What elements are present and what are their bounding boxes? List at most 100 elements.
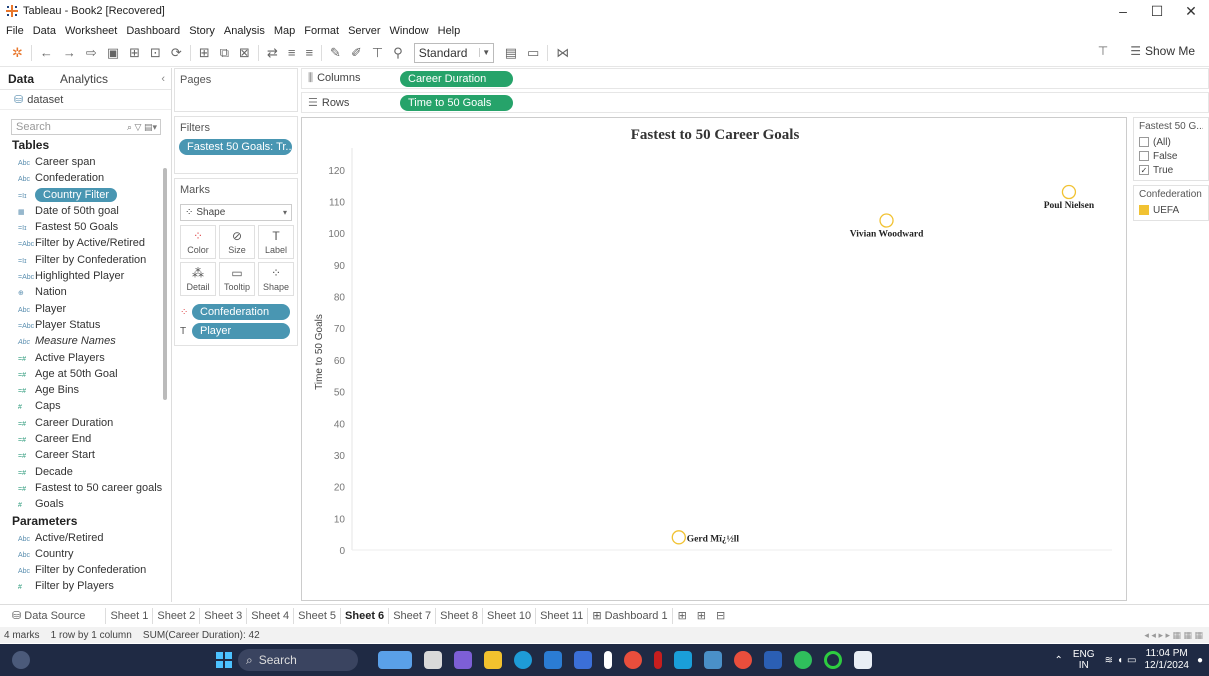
menu-window[interactable]: Window	[390, 25, 429, 37]
battery-icon[interactable]: ▭	[1127, 655, 1136, 666]
pause-updates-icon[interactable]: ⊡	[150, 45, 161, 61]
clock[interactable]: 11:04 PM 12/1/2024	[1144, 648, 1189, 672]
field-item[interactable]: =AbcPlayer Status	[0, 317, 171, 333]
tab-data[interactable]: Data	[0, 72, 42, 86]
checkbox-icon[interactable]	[1139, 137, 1149, 147]
marks-shape-button[interactable]: ⁘ Shape	[258, 262, 294, 296]
field-item[interactable]: Abc Active/Retired	[0, 530, 171, 546]
taskbar-app-explorer-icon[interactable]	[484, 651, 502, 669]
taskbar-app-store-icon[interactable]	[544, 651, 562, 669]
language-indicator[interactable]: ENG IN	[1073, 649, 1095, 671]
field-item[interactable]: Abc Career span	[0, 154, 171, 170]
field-item[interactable]: =# Fastest to 50 career goals	[0, 480, 171, 496]
group-members-icon[interactable]: ✐	[351, 45, 362, 61]
wifi-icon[interactable]: ≋	[1105, 655, 1113, 666]
field-item[interactable]: # Filter by Players	[0, 578, 171, 594]
duplicate-sheet-icon[interactable]: ⧉	[220, 45, 229, 61]
show-me-button[interactable]: ⊤ ☰ Show Me	[1098, 44, 1195, 58]
taskbar-app-edge-icon[interactable]	[514, 651, 532, 669]
sheet-tab[interactable]: Sheet 10	[483, 607, 537, 624]
windows-start-icon[interactable]	[216, 652, 232, 668]
filter-option[interactable]: ✓ True	[1139, 163, 1203, 177]
menu-data[interactable]: Data	[33, 25, 56, 37]
field-item[interactable]: =# Active Players	[0, 350, 171, 366]
tab-analytics[interactable]: Analytics	[52, 72, 116, 86]
menu-map[interactable]: Map	[274, 25, 295, 37]
taskbar-search[interactable]: ⌕ Search	[238, 649, 358, 671]
rows-shelf[interactable]: ☰ Rows Time to 50 Goals	[301, 92, 1209, 113]
filter-option[interactable]: (All)	[1139, 135, 1203, 149]
notification-bell-icon[interactable]: ●	[1197, 655, 1203, 666]
field-item[interactable]: =AbcFilter by Active/Retired	[0, 235, 171, 251]
taskbar-app-taskview-icon[interactable]	[424, 651, 442, 669]
field-item[interactable]: # Caps	[0, 398, 171, 414]
scatter-chart[interactable]: 0 10 20 30 40 50 60 70 80 90 100 110 120 Time to 50 G…	[302, 118, 1128, 602]
menu-format[interactable]: Format	[304, 25, 339, 37]
field-item[interactable]: Abc Measure Names	[0, 333, 171, 349]
pages-card[interactable]: Pages	[174, 68, 298, 112]
menu-story[interactable]: Story	[189, 25, 215, 37]
field-item[interactable]: =# Age at 50th Goal	[0, 366, 171, 382]
color-legend-title[interactable]: Confederation	[1139, 189, 1203, 200]
checkbox-checked-icon[interactable]: ✓	[1139, 165, 1149, 175]
filter-option[interactable]: False	[1139, 149, 1203, 163]
menu-dashboard[interactable]: Dashboard	[126, 25, 180, 37]
close-button[interactable]: ✕	[1173, 0, 1209, 22]
undo-icon[interactable]: ←	[40, 45, 53, 60]
field-item[interactable]: =AbcHighlighted Player	[0, 268, 171, 284]
field-item[interactable]: =# Decade	[0, 464, 171, 480]
taskbar-app-weather-icon[interactable]	[378, 651, 412, 669]
tableau-home-icon[interactable]: ✲	[12, 45, 23, 61]
tray-chevron-up-icon[interactable]: ⌃	[1055, 655, 1063, 666]
field-item[interactable]: =Iɪ Fastest 50 Goals	[0, 219, 171, 235]
checkbox-icon[interactable]	[1139, 151, 1149, 161]
viz-area[interactable]: Fastest to 50 Career Goals 0 10 20 30 40 50 60…	[301, 117, 1127, 601]
replay-icon[interactable]: ⇨	[86, 45, 97, 61]
filter-pill-fastest-50[interactable]: Fastest 50 Goals: Tr..	[179, 139, 292, 155]
columns-pill-career-duration[interactable]: Career Duration	[400, 70, 513, 87]
field-item[interactable]: =# Career Start	[0, 447, 171, 463]
new-worksheet-icon[interactable]: ⊞	[199, 45, 210, 61]
menu-server[interactable]: Server	[348, 25, 380, 37]
maximize-button[interactable]: ☐	[1139, 0, 1175, 22]
sheet-tab[interactable]: ⊞ Dashboard 1	[588, 607, 673, 624]
save-icon[interactable]: ▣	[107, 45, 119, 61]
taskbar-app-word-icon[interactable]	[764, 651, 782, 669]
presentation-mode-icon[interactable]: ▭	[527, 45, 539, 61]
field-item[interactable]: =# Career Duration	[0, 415, 171, 431]
mark-pill-confederation[interactable]: Confederation	[192, 304, 290, 320]
field-search-input[interactable]: Search ⌕ ▽ ▤▾	[11, 119, 161, 135]
sheet-tab[interactable]: Sheet 6	[341, 607, 390, 624]
marks-detail-button[interactable]: ⁂ Detail	[180, 262, 216, 296]
redo-icon[interactable]: →	[63, 45, 76, 60]
new-datasource-icon[interactable]: ⊞	[129, 45, 140, 61]
mark-type-select[interactable]: ⁘ Shape ▾	[180, 204, 292, 221]
taskbar-app-whatsapp-icon[interactable]	[794, 651, 812, 669]
menu-worksheet[interactable]: Worksheet	[65, 25, 117, 37]
sheet-tab[interactable]: Sheet 8	[436, 607, 484, 624]
filters-card[interactable]: Filters Fastest 50 Goals: Tr..	[174, 116, 298, 174]
taskbar-app-tool-icon[interactable]	[574, 651, 592, 669]
sheet-tab[interactable]: Sheet 4	[247, 607, 295, 624]
color-legend-item[interactable]: UEFA	[1139, 203, 1203, 217]
field-item[interactable]: Abc Filter by Confederation	[0, 562, 171, 578]
refresh-icon[interactable]: ⟳	[171, 45, 182, 61]
new-story-icon[interactable]: ⊟	[716, 609, 725, 622]
field-item[interactable]: Abc Confederation	[0, 170, 171, 186]
sheet-tab[interactable]: Sheet 1	[106, 607, 154, 624]
sheet-tab[interactable]: Sheet 2	[153, 607, 201, 624]
rows-pill-time-to-50[interactable]: Time to 50 Goals	[400, 94, 513, 111]
widgets-icon[interactable]	[12, 651, 30, 669]
taskbar-app-bolt-icon[interactable]	[604, 651, 612, 669]
sheet-tab[interactable]: Sheet 7	[389, 607, 437, 624]
sort-ascending-icon[interactable]: ≡	[288, 45, 296, 60]
clear-sheet-icon[interactable]: ⊠	[239, 45, 250, 61]
fix-axes-icon[interactable]: ⚲	[393, 45, 403, 61]
share-icon[interactable]: ⋈	[556, 45, 569, 61]
marks-color-button[interactable]: ⁘ Color	[180, 225, 216, 259]
pin-icon[interactable]: ⊤	[1098, 44, 1108, 58]
taskbar-app-photos-icon[interactable]	[704, 651, 722, 669]
fit-select[interactable]: Standard ▼	[413, 42, 494, 63]
menu-analysis[interactable]: Analysis	[224, 25, 265, 37]
field-item[interactable]: ▦ Date of 50th goal	[0, 203, 171, 219]
